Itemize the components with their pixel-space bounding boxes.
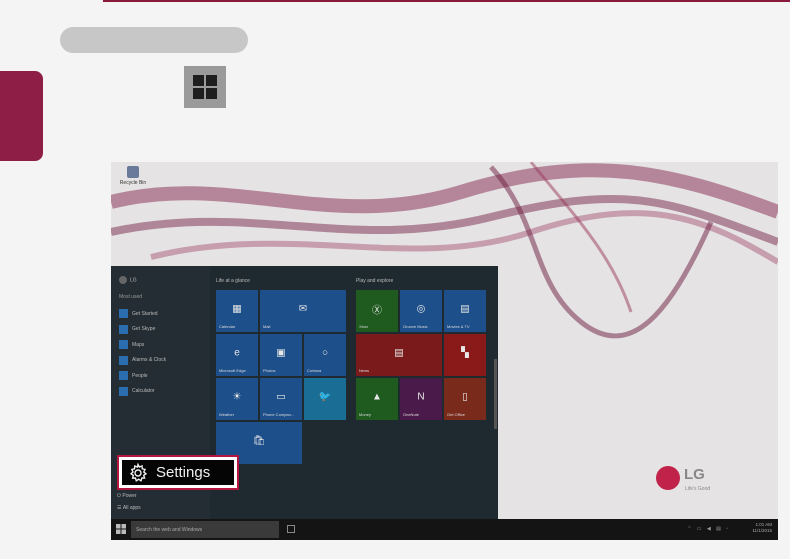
tile-movies-icon: ▤	[460, 303, 470, 315]
tile-photos-icon: ▣	[276, 347, 286, 359]
lg-tagline: Life's Good	[685, 486, 711, 492]
tile-label: Calendar	[219, 324, 236, 329]
user-avatar-icon	[119, 276, 127, 284]
app-item[interactable]: Get Started	[119, 306, 166, 322]
tile-money[interactable]: ▲ Money	[356, 378, 398, 420]
start-scrollbar[interactable]	[494, 359, 497, 429]
tile-phone[interactable]: ▭ Phone Compan...	[260, 378, 302, 420]
tile-news-icon: ▤	[394, 347, 404, 359]
taskbar-clock[interactable]: 1:01 AM 11/1/2015	[752, 522, 772, 534]
settings-label: Settings	[156, 464, 211, 481]
top-rule	[103, 0, 790, 2]
lg-logo: LG Life's Good	[656, 462, 746, 502]
gear-icon	[129, 462, 148, 482]
tile-label: Money	[359, 412, 372, 417]
tile-cortana[interactable]: ○ Cortana	[304, 334, 346, 376]
tile-label: Phone Compan...	[263, 412, 295, 417]
lg-wordmark: LG	[684, 466, 705, 483]
settings-button[interactable]: Settings	[122, 460, 234, 485]
taskbar-date: 11/1/2015	[752, 528, 772, 533]
app-icon	[119, 324, 128, 334]
most-used-heading: Most used	[119, 294, 143, 300]
tile-groove[interactable]: ◎ Groove Music	[400, 290, 442, 332]
tile-store-icon: 🛍	[252, 435, 266, 447]
tile-label: Photos	[263, 368, 276, 373]
tile-twitter-icon: 🐦	[318, 391, 332, 403]
all-apps-button[interactable]: ☰ All apps	[117, 502, 141, 514]
section-pill	[60, 27, 248, 53]
tile-cortana-icon: ○	[321, 347, 329, 359]
start-button-icon[interactable]	[115, 523, 127, 535]
tile-label: Get Office	[447, 412, 465, 417]
tile-calendar[interactable]: ▦ Calendar	[216, 290, 258, 332]
tile-news[interactable]: ▤ News	[356, 334, 442, 376]
app-item[interactable]: Get Skype	[119, 322, 166, 338]
app-item[interactable]: Alarms & Clock	[119, 353, 166, 369]
group-label-life: Life at a glance	[216, 278, 250, 284]
tile-office[interactable]: ▯ Get Office	[444, 378, 486, 420]
settings-callout[interactable]: Settings	[117, 455, 239, 490]
tile-edge[interactable]: e Microsoft Edge	[216, 334, 258, 376]
app-icon	[119, 355, 128, 365]
side-tab	[0, 71, 43, 161]
app-item[interactable]: People	[119, 368, 166, 384]
tile-mail[interactable]: ✉ Mail	[260, 290, 346, 332]
tile-label: Xbox	[359, 324, 369, 329]
tile-movies[interactable]: ▤ Movies & TV	[444, 290, 486, 332]
user-account[interactable]: LG	[119, 276, 137, 284]
tile-twitter[interactable]: 🐦	[304, 378, 346, 420]
app-icon	[119, 340, 128, 350]
most-used-list: Get Started Get Skype Maps Alarms & Cloc…	[119, 306, 166, 399]
taskbar: Search the web and Windows ⌃ ▭ ◀ ▤ ▫ 1:0…	[111, 519, 778, 540]
app-item[interactable]: Calculator	[119, 384, 166, 400]
user-name: LG	[130, 277, 137, 284]
windows-key-icon	[184, 66, 226, 108]
tile-xbox[interactable]: Ⓧ Xbox	[356, 290, 398, 332]
app-icon	[119, 371, 128, 381]
desktop-icon-recycle-bin[interactable]: Recycle Bin	[119, 166, 147, 194]
task-view-icon[interactable]	[287, 525, 295, 533]
tile-office-icon: ▯	[462, 391, 468, 403]
tile-groove-icon: ◎	[416, 303, 426, 315]
tile-photos[interactable]: ▣ Photos	[260, 334, 302, 376]
start-bottom-items: ⏻ Power ☰ All apps	[117, 490, 141, 514]
tile-label: Microsoft Edge	[219, 368, 246, 373]
tile-label: Cortana	[307, 368, 322, 373]
taskbar-search[interactable]: Search the web and Windows	[131, 521, 279, 538]
tile-xbox-icon: Ⓧ	[372, 305, 382, 317]
group-label-play: Play and explore	[356, 278, 394, 284]
tile-edge-icon: e	[234, 347, 240, 359]
app-icon	[119, 309, 128, 319]
tile-money-icon: ▲	[372, 391, 382, 403]
tile-phone-icon: ▭	[276, 391, 286, 403]
tile-weather[interactable]: ☀ Weather	[216, 378, 258, 420]
app-icon	[119, 386, 128, 396]
system-tray-icons[interactable]: ⌃ ▭ ◀ ▤ ▫	[687, 526, 730, 532]
lg-emblem	[656, 466, 680, 490]
recycle-bin-icon	[127, 166, 139, 178]
tile-onenote[interactable]: N OneNote	[400, 378, 442, 420]
tile-weather-icon: ☀	[232, 391, 242, 403]
tile-label: Weather	[219, 412, 235, 417]
tile-flipboard[interactable]: ▚	[444, 334, 486, 376]
tile-label: News	[359, 368, 370, 373]
app-item[interactable]: Maps	[119, 337, 166, 353]
tile-flipboard-icon: ▚	[461, 347, 469, 359]
tile-mail-icon: ✉	[298, 303, 308, 315]
tile-onenote-icon: N	[417, 391, 425, 403]
tile-calendar-icon: ▦	[232, 303, 242, 315]
tile-label: Groove Music	[403, 324, 428, 329]
tile-label: OneNote	[403, 412, 420, 417]
tile-label: Mail	[263, 324, 271, 329]
desktop-icon-label: Recycle Bin	[119, 180, 147, 186]
tile-label: Movies & TV	[447, 324, 470, 329]
power-button[interactable]: ⏻ Power	[117, 490, 141, 502]
